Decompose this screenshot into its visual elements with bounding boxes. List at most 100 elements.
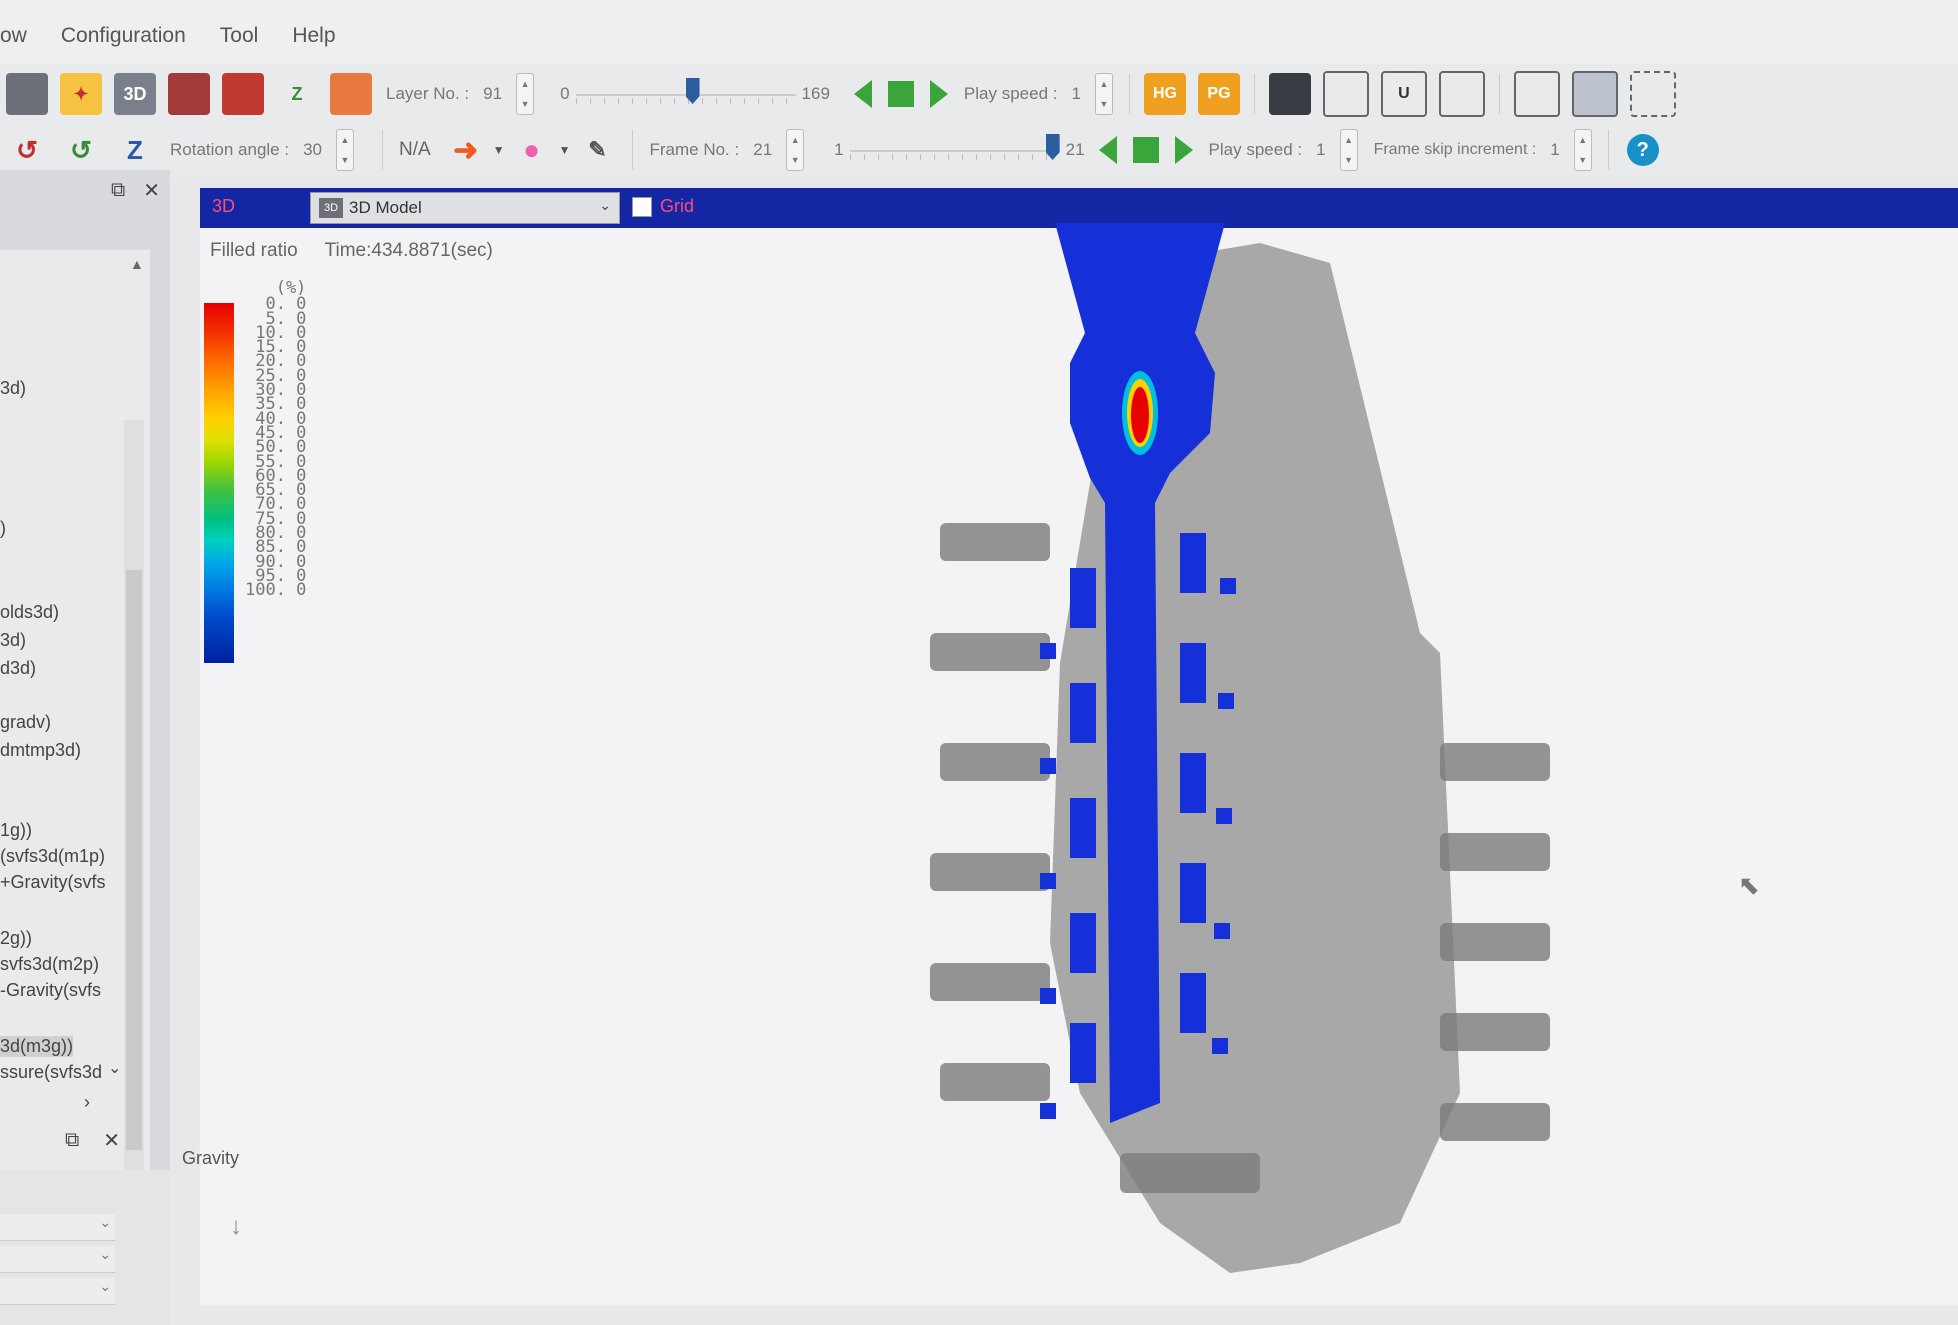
- frame-play-speed-spinner[interactable]: ▲ ▼: [1339, 129, 1358, 171]
- stop-icon[interactable]: [887, 81, 914, 107]
- mesh-tool-icon[interactable]: [168, 73, 210, 115]
- tree-item[interactable]: svfs3d(m2p): [0, 954, 99, 975]
- tree-item[interactable]: olds3d): [0, 602, 59, 623]
- simulation-time: Time:434.8871(sec): [324, 240, 493, 261]
- dropdown-2[interactable]: ⌄: [0, 1246, 115, 1273]
- legend-unit: (%): [275, 278, 307, 298]
- layer-slider-min: 0: [560, 84, 570, 103]
- rotate-z-icon[interactable]: Z: [114, 129, 156, 171]
- view-3d-button[interactable]: 3D: [114, 73, 156, 115]
- help-icon[interactable]: ?: [1626, 134, 1659, 166]
- rotation-angle-label: Rotation angle :: [170, 140, 290, 159]
- arrow-dropdown-icon[interactable]: ▼: [493, 143, 505, 157]
- viewport-3d[interactable]: 3D 3D 3D Model ⌄ Grid Filled ratio Time:…: [182, 188, 1958, 1305]
- color-legend-bar: [204, 303, 234, 663]
- toolbar-secondary: ↺ ↺ Z Rotation angle : 30 ▲ ▼ N/A ➜ ▼ ● ▼…: [0, 120, 1958, 180]
- layer-number-value[interactable]: 91: [483, 84, 502, 104]
- view-mode-select[interactable]: 3D 3D Model ⌄: [310, 192, 620, 224]
- close-panel-icon[interactable]: ✕: [143, 178, 160, 203]
- frame-number-value[interactable]: 21: [753, 140, 772, 160]
- frame-back-icon[interactable]: [1098, 136, 1117, 164]
- tree-item[interactable]: +Gravity(svfs: [0, 872, 106, 893]
- frame-forward-icon[interactable]: [1174, 136, 1193, 164]
- u-view-button[interactable]: U: [1380, 71, 1427, 117]
- float-lower-panel-icon[interactable]: ⧉: [65, 1129, 79, 1152]
- scroll-right-icon[interactable]: ›: [84, 1092, 90, 1113]
- tree-item[interactable]: 1g)): [0, 820, 32, 841]
- float-panel-icon[interactable]: ⧉: [111, 179, 125, 202]
- scroll-up-icon[interactable]: ▲: [130, 256, 144, 272]
- cube-front-icon[interactable]: [1513, 71, 1560, 117]
- solid-cube-icon[interactable]: [1268, 73, 1311, 115]
- save-model-icon[interactable]: [6, 73, 48, 115]
- menu-tool[interactable]: Tool: [220, 16, 259, 48]
- viewport-tab[interactable]: 3D: [212, 196, 235, 217]
- frame-slider[interactable]: [849, 130, 1060, 170]
- grid-checkbox[interactable]: [632, 196, 652, 217]
- frame-number-label: Frame No. :: [649, 140, 740, 159]
- rotate-y-icon[interactable]: ↺: [60, 129, 102, 171]
- scroll-down-icon[interactable]: ⌄: [108, 1058, 121, 1078]
- tree-item[interactable]: ssure(svfs3d: [0, 1062, 102, 1083]
- chevron-down-icon: ⌄: [599, 197, 611, 213]
- dropdown-3[interactable]: ⌄: [0, 1278, 115, 1305]
- layer-slider[interactable]: [575, 74, 796, 114]
- panel-header: ⧉ ✕: [0, 170, 170, 210]
- tree-item[interactable]: -Gravity(svfs: [0, 980, 101, 1001]
- cube-shaded-icon[interactable]: [1571, 71, 1618, 117]
- tree-item[interactable]: d3d): [0, 658, 36, 679]
- frame-skip-value[interactable]: 1: [1550, 140, 1559, 160]
- result-info: Filled ratio Time:434.8871(sec): [210, 240, 515, 262]
- arrow-right-icon[interactable]: ➜: [445, 129, 487, 171]
- outline-cube-icon[interactable]: [1438, 71, 1485, 117]
- dropdown-1[interactable]: ⌄: [0, 1214, 115, 1241]
- menu-configuration[interactable]: Configuration: [61, 16, 186, 48]
- menu-help[interactable]: Help: [292, 16, 335, 48]
- play-forward-icon[interactable]: [929, 80, 948, 108]
- frame-skip-label: Frame skip increment :: [1373, 141, 1537, 158]
- cube-dotted-icon[interactable]: [1629, 71, 1676, 117]
- hot-spot: [1122, 371, 1158, 455]
- zx-axis-button[interactable]: Z: [276, 73, 318, 115]
- wire-cube-icon[interactable]: [1322, 71, 1369, 117]
- menu-window[interactable]: ow: [0, 16, 27, 48]
- tree-item[interactable]: 3d): [0, 378, 26, 399]
- grid-toggle[interactable]: Grid: [632, 196, 694, 217]
- tree-item[interactable]: dmtmp3d): [0, 740, 81, 761]
- person-figure-icon[interactable]: ✦: [60, 73, 102, 115]
- tree-item[interactable]: ): [0, 518, 6, 539]
- frame-play-speed-value[interactable]: 1: [1316, 140, 1325, 160]
- na-button[interactable]: N/A: [399, 139, 431, 161]
- tree-scrollbar-thumb[interactable]: [126, 570, 142, 1150]
- play-speed-value[interactable]: 1: [1071, 84, 1080, 104]
- color-sphere-icon[interactable]: ●: [511, 129, 553, 171]
- view-mode-value: 3D Model: [349, 198, 422, 217]
- tree-item[interactable]: (svfs3d(m1p): [0, 846, 105, 867]
- grid-plane-icon[interactable]: [330, 73, 372, 115]
- play-backward-icon[interactable]: [853, 80, 872, 108]
- mouse-cursor-icon: ⬉: [1738, 870, 1760, 900]
- rotate-x-icon[interactable]: ↺: [6, 129, 48, 171]
- lower-panel-header: ⧉ ✕: [0, 1120, 170, 1160]
- tree-item[interactable]: 2g)): [0, 928, 32, 949]
- close-lower-panel-icon[interactable]: ✕: [103, 1128, 120, 1153]
- tree-item-selected[interactable]: 3d(m3g)): [0, 1036, 74, 1057]
- layer-number-spinner[interactable]: ▲ ▼: [516, 73, 535, 115]
- rotation-angle-value[interactable]: 30: [303, 140, 322, 160]
- sphere-dropdown-icon[interactable]: ▼: [559, 143, 571, 157]
- rotation-angle-spinner[interactable]: ▲ ▼: [336, 129, 355, 171]
- pg-button[interactable]: PG: [1197, 73, 1240, 115]
- tree-item[interactable]: gradv): [0, 712, 51, 733]
- viewport-header: 3D 3D 3D Model ⌄ Grid: [200, 188, 1958, 228]
- frame-skip-spinner[interactable]: ▲ ▼: [1573, 129, 1592, 171]
- solid-model-icon[interactable]: [222, 73, 264, 115]
- play-speed-spinner[interactable]: ▲ ▼: [1094, 73, 1113, 115]
- menu-bar: ow Configuration Tool Help: [0, 0, 1958, 64]
- casting-model-render: [930, 223, 1550, 1273]
- frame-stop-icon[interactable]: [1132, 137, 1159, 163]
- frame-number-spinner[interactable]: ▲ ▼: [786, 129, 805, 171]
- hg-button[interactable]: HG: [1143, 73, 1186, 115]
- gravity-label: Gravity: [182, 1148, 240, 1168]
- tree-item[interactable]: 3d): [0, 630, 26, 651]
- pick-tool-icon[interactable]: ✎: [576, 129, 618, 171]
